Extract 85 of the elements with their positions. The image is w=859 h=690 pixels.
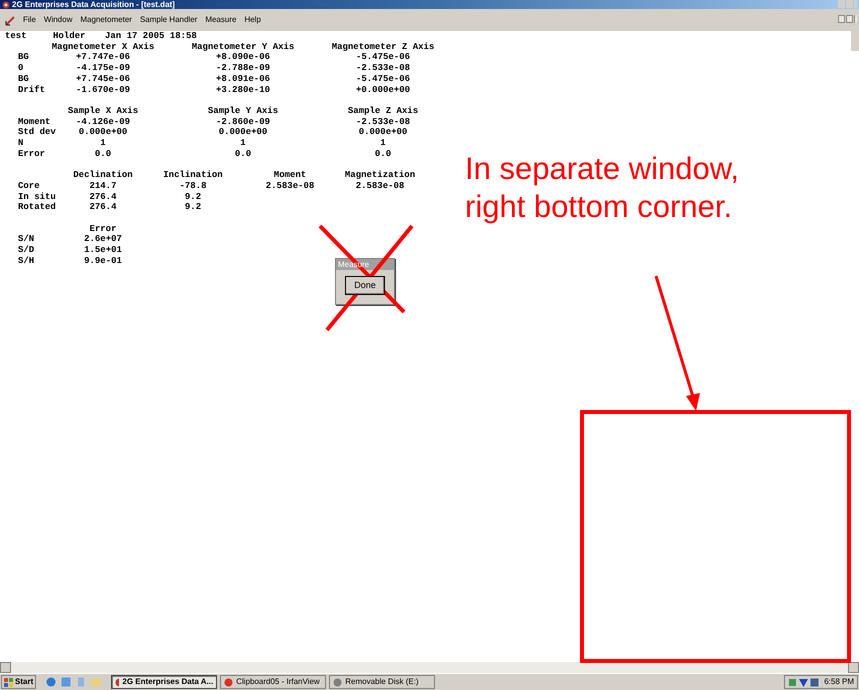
row-label: BG <box>18 52 30 64</box>
windows-logo-icon <box>4 678 13 686</box>
row-label: Moment <box>18 116 52 128</box>
value-cell-text: -2.533e-08 <box>354 63 411 74</box>
value-cell-text: +8.090e-06 <box>214 52 271 64</box>
value-cell-text: -5.475e-06 <box>354 52 411 64</box>
value-cell-text: -2.533e-08 <box>354 116 411 128</box>
scroll-right-button[interactable] <box>848 662 859 673</box>
value-cell-text: -5.475e-06 <box>354 74 411 85</box>
column-header: Error <box>88 224 118 234</box>
start-button[interactable]: Start <box>1 675 36 689</box>
window-title: 2G Enterprises Data Acquisition - [test.dat] <box>12 0 175 9</box>
value-cell-text: -1.670e-09 <box>74 84 131 96</box>
app-icon <box>115 678 120 686</box>
value-cell-text: 9.9e-01 <box>83 256 123 266</box>
row-label: S/D <box>18 245 36 256</box>
column-header: Magnetometer Y Axis <box>190 42 296 52</box>
menu-item[interactable]: Help <box>244 14 261 26</box>
row-label: Core <box>18 180 41 192</box>
clock: 6:58 PM <box>824 676 854 688</box>
value-cell-text: +0.000e+00 <box>354 84 411 96</box>
value-cell-text: +7.745e-06 <box>74 74 131 85</box>
file-name: test <box>5 31 28 42</box>
value-cell-text: 9.2 <box>184 192 202 202</box>
column-header: Magnetization <box>344 170 416 181</box>
value-cell-text: +8.091e-06 <box>214 74 271 85</box>
value-cell-text: 9.2 <box>184 202 202 213</box>
taskbar-button[interactable]: Clipboard05 - IrfanView <box>220 675 326 689</box>
value-cell-text: 2.583e-08 <box>354 180 406 192</box>
menu-item[interactable]: Measure <box>205 14 236 26</box>
column-header: Sample X Axis <box>66 106 140 117</box>
value-cell-text: -4.126e-09 <box>74 116 131 128</box>
row-label: In situ <box>18 192 57 202</box>
taskbar-button[interactable]: Removable Disk (E:) <box>329 675 436 689</box>
menu-item[interactable]: Sample Handler <box>140 14 198 26</box>
annotation-text: In separate window, right bottom corner. <box>465 150 740 226</box>
value-cell-text: -2.860e-09 <box>214 116 271 128</box>
row-label: BG <box>18 74 30 85</box>
value-cell-text: 276.4 <box>88 192 118 202</box>
column-header: Magnetometer Z Axis <box>330 42 436 52</box>
row-label: Rotated <box>18 202 57 213</box>
app-icon <box>2 0 10 8</box>
menu-item[interactable]: Window <box>44 14 72 26</box>
value-cell-text: -78.8 <box>178 180 208 192</box>
value-cell-text: 0.000e+00 <box>78 127 128 138</box>
menu-item[interactable]: File <box>23 14 36 26</box>
value-cell-text: 0.0 <box>94 148 112 160</box>
value-cell-text: -4.175e-09 <box>74 63 131 74</box>
value-cell-text: 0.0 <box>374 148 392 160</box>
timestamp: Jan 17 2005 18:58 <box>105 31 197 42</box>
value-cell-text: 2.583e-08 <box>264 180 316 192</box>
row-label: Drift <box>18 84 46 96</box>
column-header: Magnetometer X Axis <box>50 42 156 52</box>
value-cell-text: 1 <box>379 138 387 149</box>
value-cell-text: 0.000e+00 <box>358 127 408 138</box>
row-label: 0 <box>18 63 24 74</box>
holder-label: Holder <box>53 31 86 42</box>
value-cell-text: 1 <box>99 138 107 149</box>
column-header: Sample Y Axis <box>206 106 280 117</box>
app-icon <box>224 678 234 686</box>
row-label: Std dev <box>18 127 57 138</box>
value-cell-text: 0.0 <box>234 148 252 160</box>
value-cell-text: 276.4 <box>88 202 118 213</box>
column-header: Declination <box>72 170 134 181</box>
value-cell-text: +7.747e-06 <box>74 52 131 64</box>
value-cell-text: 214.7 <box>88 180 118 192</box>
column-header: Moment <box>272 170 308 181</box>
value-cell-text: +3.280e-10 <box>214 84 271 96</box>
value-cell-text: -2.788e-09 <box>214 63 271 74</box>
row-label: N <box>18 138 24 149</box>
value-cell-text: 1.5e+01 <box>83 245 123 256</box>
scroll-left-button[interactable] <box>0 662 11 673</box>
row-label: S/H <box>18 256 36 266</box>
done-button[interactable]: Done <box>345 276 385 295</box>
value-cell-text: 0.000e+00 <box>218 127 268 138</box>
column-header: Sample Z Axis <box>346 106 420 117</box>
value-cell-text: 2.6e+07 <box>83 234 123 246</box>
pencil-icon <box>5 14 17 26</box>
app-icon <box>333 678 342 686</box>
row-label: S/N <box>18 234 36 246</box>
row-label: Error <box>18 148 46 160</box>
taskbar-button[interactable]: 2G Enterprises Data A... <box>111 675 218 689</box>
menu-item[interactable]: Magnetometer <box>80 14 132 26</box>
column-header: Inclination <box>162 170 224 181</box>
value-cell-text: 1 <box>239 138 247 149</box>
